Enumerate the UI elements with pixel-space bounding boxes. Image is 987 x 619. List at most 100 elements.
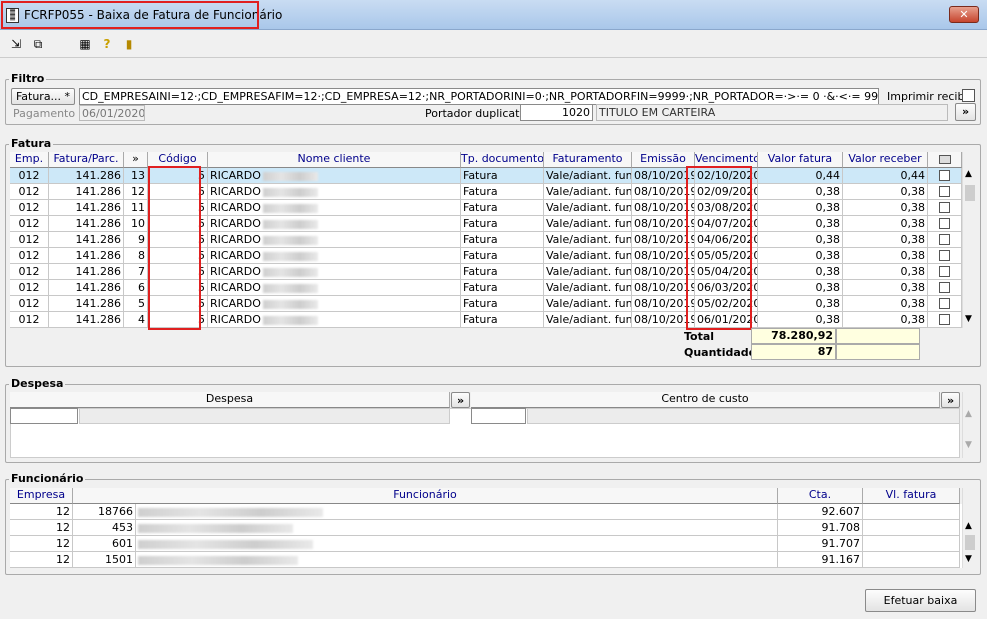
column-header-fatura[interactable]: Fatura/Parc. xyxy=(49,152,124,168)
efetuar-baixa-button[interactable]: Efetuar baixa xyxy=(865,589,976,612)
filter-expression-field[interactable]: CD_EMPRESAINI=12·;CD_EMPRESAFIM=12·;CD_E… xyxy=(79,88,879,105)
scroll-up-icon[interactable]: ▲ xyxy=(965,169,972,179)
select-all-icon[interactable] xyxy=(938,155,951,164)
cell-tp: Fatura xyxy=(461,312,544,328)
redacted-name xyxy=(138,523,293,533)
cell-parc: 9 xyxy=(124,232,148,248)
cell-funcionario-code: 1501 xyxy=(73,552,136,568)
cell-valor: 0,38 xyxy=(758,184,843,200)
scroll-down-icon[interactable]: ▼ xyxy=(965,314,972,324)
filtro-label: Filtro xyxy=(9,72,47,85)
calculator-icon[interactable]: ▦ xyxy=(77,36,93,52)
funcionario-table-header: Empresa Funcionário Cta. Vl. fatura xyxy=(10,488,962,504)
cell-chk[interactable] xyxy=(928,248,962,264)
cell-parc: 11 xyxy=(124,200,148,216)
help-icon[interactable]: ? xyxy=(99,36,115,52)
row-select-checkbox[interactable] xyxy=(939,202,950,213)
cell-fatura: 141.286 xyxy=(49,200,124,216)
column-header-funcionario[interactable]: Funcionário xyxy=(73,488,778,504)
cell-valor: 0,38 xyxy=(758,264,843,280)
scroll-up-icon[interactable]: ▲ xyxy=(965,521,972,531)
row-select-checkbox[interactable] xyxy=(939,234,950,245)
row-select-checkbox[interactable] xyxy=(939,250,950,261)
column-header-emp[interactable]: Emp. xyxy=(10,152,49,168)
cell-emp: 012 xyxy=(10,168,49,184)
cell-cta: 91.167 xyxy=(778,552,863,568)
cell-chk[interactable] xyxy=(928,264,962,280)
fatura-scrollbar[interactable]: ▲ ▼ xyxy=(962,152,977,328)
row-select-checkbox[interactable] xyxy=(939,298,950,309)
centro-more-button[interactable]: » xyxy=(941,392,960,408)
despesa-scrollbar[interactable]: ▲ ▼ xyxy=(962,392,977,458)
cell-chk[interactable] xyxy=(928,216,962,232)
exit-door-icon[interactable]: ▮ xyxy=(121,36,137,52)
cell-fat: Vale/adiant. funci xyxy=(544,296,632,312)
despesa-more-button[interactable]: » xyxy=(451,392,470,408)
cell-chk[interactable] xyxy=(928,232,962,248)
cell-chk[interactable] xyxy=(928,312,962,328)
select-all-header[interactable] xyxy=(928,152,962,168)
centro-code-input[interactable] xyxy=(471,408,526,424)
despesa-column-header[interactable]: Despesa xyxy=(10,392,450,408)
cell-vl-fatura xyxy=(863,536,960,552)
cell-chk[interactable] xyxy=(928,200,962,216)
scroll-down-icon[interactable]: ▼ xyxy=(965,554,972,564)
fatura-filter-button[interactable]: Fatura... * xyxy=(11,88,75,105)
centro-custo-column-header[interactable]: Centro de custo xyxy=(471,392,940,408)
funcionario-scrollbar[interactable]: ▲ ▼ xyxy=(962,488,977,568)
cell-parc: 5 xyxy=(124,296,148,312)
column-header-tp[interactable]: Tp. documento xyxy=(461,152,544,168)
column-header-valor[interactable]: Valor fatura xyxy=(758,152,843,168)
portador-code-field[interactable]: 1020 xyxy=(520,104,593,121)
column-header-parc[interactable]: » xyxy=(124,152,148,168)
cell-funcionario-code: 18766 xyxy=(73,504,136,520)
scroll-down-icon[interactable]: ▼ xyxy=(965,440,972,450)
row-select-checkbox[interactable] xyxy=(939,186,950,197)
row-select-checkbox[interactable] xyxy=(939,218,950,229)
scroll-thumb[interactable] xyxy=(965,185,975,201)
portador-description-field: TITULO EM CARTEIRA xyxy=(596,104,948,121)
pagamento-date-field[interactable]: 06/01/2020 xyxy=(79,105,145,121)
cell-chk[interactable] xyxy=(928,168,962,184)
close-button[interactable]: ✕ xyxy=(949,6,979,23)
column-header-vl-fatura[interactable]: Vl. fatura xyxy=(863,488,960,504)
despesa-code-input[interactable] xyxy=(10,408,78,424)
cell-empresa: 12 xyxy=(10,552,73,568)
scroll-thumb[interactable] xyxy=(965,535,975,550)
column-header-fat[interactable]: Faturamento xyxy=(544,152,632,168)
copy-icon[interactable]: ⧉ xyxy=(30,36,46,52)
cell-vl-fatura xyxy=(863,504,960,520)
cell-cta: 92.607 xyxy=(778,504,863,520)
cell-fat: Vale/adiant. funci xyxy=(544,216,632,232)
cell-chk[interactable] xyxy=(928,280,962,296)
despesa-desc-cell xyxy=(79,408,450,424)
portador-more-button[interactable]: » xyxy=(955,103,976,121)
cell-chk[interactable] xyxy=(928,296,962,312)
row-select-checkbox[interactable] xyxy=(939,266,950,277)
column-header-receber[interactable]: Valor receber xyxy=(843,152,928,168)
cell-tp: Fatura xyxy=(461,168,544,184)
row-select-checkbox[interactable] xyxy=(939,170,950,181)
column-header-empresa[interactable]: Empresa xyxy=(10,488,73,504)
cell-parc: 13 xyxy=(124,168,148,184)
cell-empresa: 12 xyxy=(10,520,73,536)
column-header-nome[interactable]: Nome cliente xyxy=(208,152,461,168)
cell-parc: 8 xyxy=(124,248,148,264)
import-icon[interactable]: ⇲ xyxy=(8,36,24,52)
cell-receber: 0,38 xyxy=(843,280,928,296)
cell-receber: 0,38 xyxy=(843,216,928,232)
cell-receber: 0,38 xyxy=(843,200,928,216)
imprimir-recibo-checkbox[interactable] xyxy=(962,89,975,102)
row-select-checkbox[interactable] xyxy=(939,282,950,293)
cell-fat: Vale/adiant. funci xyxy=(544,248,632,264)
redacted-name xyxy=(262,267,318,277)
cell-valor: 0,38 xyxy=(758,216,843,232)
cell-fat: Vale/adiant. funci xyxy=(544,168,632,184)
row-select-checkbox[interactable] xyxy=(939,314,950,325)
scroll-up-icon[interactable]: ▲ xyxy=(965,409,972,419)
column-header-cta[interactable]: Cta. xyxy=(778,488,863,504)
cell-chk[interactable] xyxy=(928,184,962,200)
client-name-text: RICARDO xyxy=(210,201,261,214)
codigo-column-highlight xyxy=(148,166,201,330)
quantidade-value: 87 xyxy=(751,344,836,360)
